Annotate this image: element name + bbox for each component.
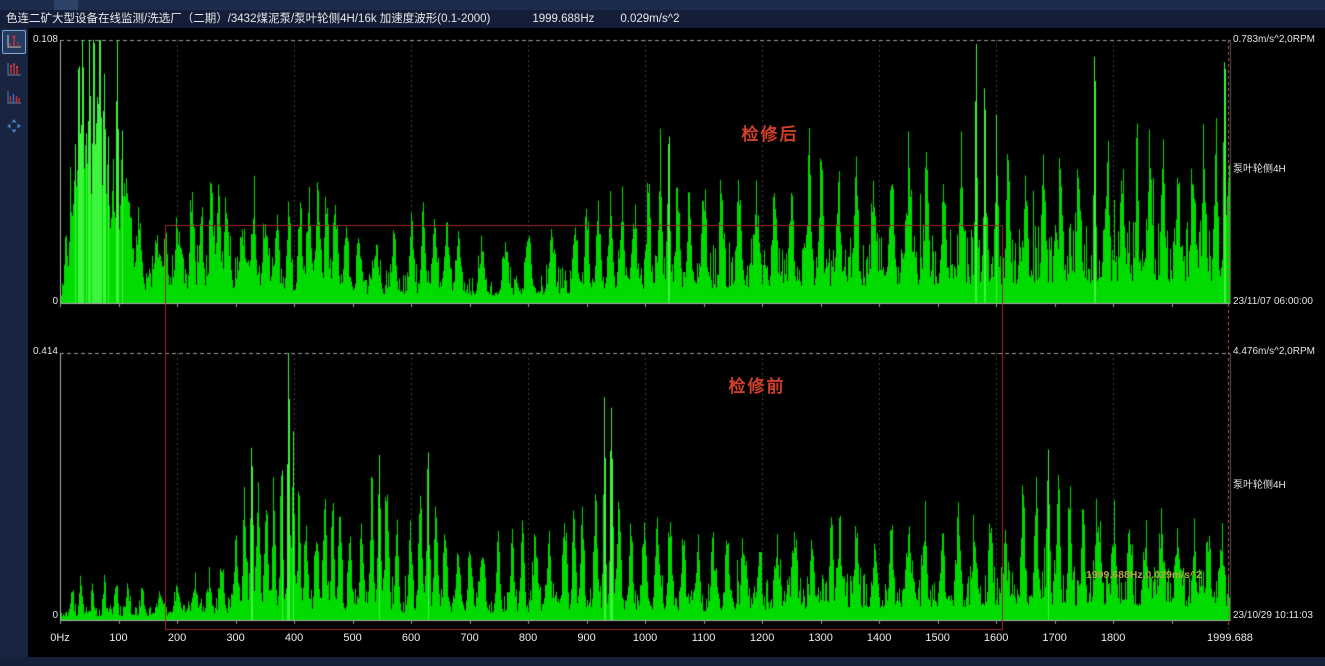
x-axis-label: 800 bbox=[498, 632, 558, 644]
x-axis-labels: 0Hz1002003004005006007008009001000110012… bbox=[28, 632, 1325, 648]
toolbar-sidebar bbox=[0, 28, 28, 666]
spectrum-bars-button[interactable] bbox=[2, 58, 26, 82]
x-axis-label: 400 bbox=[264, 632, 324, 644]
x-axis-label: 900 bbox=[557, 632, 617, 644]
chart1-ymin-label: 0 bbox=[28, 296, 58, 308]
pan-move-icon bbox=[6, 118, 22, 134]
x-axis-label: 1800 bbox=[1083, 632, 1143, 644]
amplitude-readout: 0.029m/s^2 bbox=[620, 13, 679, 25]
chart1-channel-label: 泵叶轮侧4H bbox=[1233, 164, 1286, 176]
top-strip-tab bbox=[54, 0, 78, 10]
chart1-ymax-label: 0.108 bbox=[28, 34, 58, 46]
x-axis-label: 1300 bbox=[791, 632, 851, 644]
title-bar: 色连二矿大型设备在线监测/洗选厂（二期）/3432煤泥泵/泵叶轮侧4H/16k … bbox=[0, 10, 1325, 28]
x-axis-label: 1000 bbox=[615, 632, 675, 644]
chart2-channel-label: 泵叶轮侧4H bbox=[1233, 480, 1286, 492]
x-axis-label: 1600 bbox=[966, 632, 1026, 644]
chart2-ymax-label: 0.414 bbox=[28, 346, 58, 358]
chart2-ymin-label: 0 bbox=[28, 610, 58, 622]
x-axis-label: 100 bbox=[89, 632, 149, 644]
x-axis-label: 500 bbox=[323, 632, 383, 644]
bottom-strip bbox=[0, 657, 1325, 666]
x-axis-label: 1500 bbox=[908, 632, 968, 644]
chart2-timestamp-label: 23/10/29 10:11:03 bbox=[1233, 610, 1313, 622]
x-axis-label: 200 bbox=[147, 632, 207, 644]
breadcrumb-path: 色连二矿大型设备在线监测/洗选厂（二期）/3432煤泥泵/泵叶轮侧4H/16k … bbox=[6, 13, 490, 25]
spectrum-markers-button[interactable] bbox=[2, 86, 26, 110]
pan-move-button[interactable] bbox=[2, 114, 26, 138]
x-axis-label: 1999.688 bbox=[1200, 632, 1260, 644]
x-axis-label: 1700 bbox=[1025, 632, 1085, 644]
x-axis-label: 1400 bbox=[849, 632, 909, 644]
app-window: 色连二矿大型设备在线监测/洗选厂（二期）/3432煤泥泵/泵叶轮侧4H/16k … bbox=[0, 0, 1325, 666]
chart2-fullscale-label: 4.476m/s^2,0RPM bbox=[1233, 346, 1315, 358]
x-axis-label: 1200 bbox=[732, 632, 792, 644]
waveform-cursor-button[interactable] bbox=[2, 30, 26, 54]
annotation-after-repair: 检修后 bbox=[710, 120, 830, 145]
top-strip bbox=[0, 0, 1325, 10]
x-axis-label: 700 bbox=[440, 632, 500, 644]
frequency-readout: 1999.688Hz bbox=[532, 13, 594, 25]
spectrum-markers-icon bbox=[6, 90, 22, 106]
x-axis-label: 600 bbox=[381, 632, 441, 644]
waveform-cursor-icon bbox=[6, 34, 22, 50]
x-axis-label: 0Hz bbox=[30, 632, 90, 644]
chart1-fullscale-label: 0.783m/s^2,0RPM bbox=[1233, 34, 1315, 46]
chart1-timestamp-label: 23/11/07 06:00:00 bbox=[1233, 296, 1313, 308]
x-axis-label: 300 bbox=[206, 632, 266, 644]
spectrum-bars-icon bbox=[6, 62, 22, 78]
x-axis-label: 1100 bbox=[674, 632, 734, 644]
annotation-before-repair: 检修前 bbox=[697, 372, 817, 397]
cursor-value-label: 1999.688Hz,0.029m/s^2 bbox=[1086, 569, 1202, 581]
chart-area: 0.108 0 0.414 0 0.783m/s^2,0RPM 泵叶轮侧4H 2… bbox=[28, 28, 1325, 666]
